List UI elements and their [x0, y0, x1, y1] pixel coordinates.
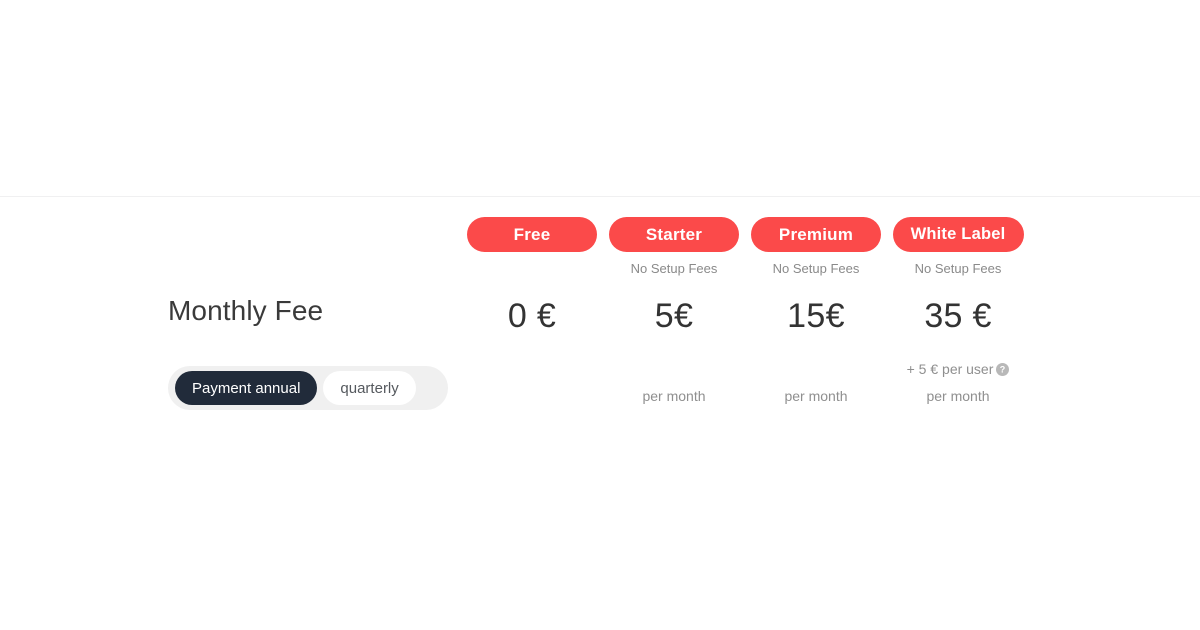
plan-column-free: Free: [461, 217, 603, 277]
billing-toggle-option-quarterly[interactable]: quarterly: [323, 371, 416, 405]
plan-column-premium: Premium No Setup Fees: [745, 217, 887, 277]
price-cell-starter: 5€ per month: [603, 294, 745, 405]
plan-badge-free[interactable]: Free: [467, 217, 597, 252]
plan-column-white-label: White Label No Setup Fees: [887, 217, 1029, 277]
price-per-user-white-label: + 5 € per user?: [887, 360, 1029, 378]
pricing-header-row: Free Starter No Setup Fees Premium No Se…: [0, 196, 1200, 277]
help-circle-icon[interactable]: ?: [996, 362, 1010, 376]
billing-toggle-option-annual[interactable]: Payment annual: [175, 371, 318, 405]
billing-toggle-wrapper: Payment annual quarterly: [168, 366, 461, 410]
price-per-user-label: + 5 € per user: [906, 361, 994, 377]
feature-label-cell: Monthly Fee Payment annual quarterly: [0, 294, 461, 410]
plan-setup-note-starter: No Setup Fees: [630, 261, 718, 276]
price-value-free: 0 €: [507, 297, 557, 335]
price-value-starter: 5€: [654, 297, 694, 335]
plan-setup-note-premium: No Setup Fees: [772, 261, 860, 276]
plan-column-starter: Starter No Setup Fees: [603, 217, 745, 277]
price-period-starter: per month: [642, 388, 706, 404]
price-cell-free: 0 €: [461, 294, 603, 387]
pricing-table: Free Starter No Setup Fees Premium No Se…: [0, 196, 1200, 410]
price-value-white-label: 35 €: [924, 297, 992, 335]
plan-badge-starter[interactable]: Starter: [609, 217, 739, 252]
plan-setup-note-white-label: No Setup Fees: [914, 261, 1002, 276]
pricing-page: Free Starter No Setup Fees Premium No Se…: [0, 0, 1200, 630]
price-period-white-label: per month: [926, 388, 990, 404]
price-cell-premium: 15€ per month: [745, 294, 887, 405]
pricing-feature-row: Monthly Fee Payment annual quarterly 0 €…: [0, 294, 1200, 410]
billing-period-toggle[interactable]: Payment annual quarterly: [168, 366, 448, 410]
plan-badge-white-label[interactable]: White Label: [892, 217, 1024, 252]
plan-badge-premium[interactable]: Premium: [751, 217, 881, 252]
feature-title-monthly-fee: Monthly Fee: [168, 295, 324, 326]
svg-text:?: ?: [1000, 365, 1006, 375]
price-cell-white-label: 35 € + 5 € per user? per month: [887, 294, 1029, 405]
price-value-premium: 15€: [787, 297, 845, 335]
price-period-premium: per month: [784, 388, 848, 404]
